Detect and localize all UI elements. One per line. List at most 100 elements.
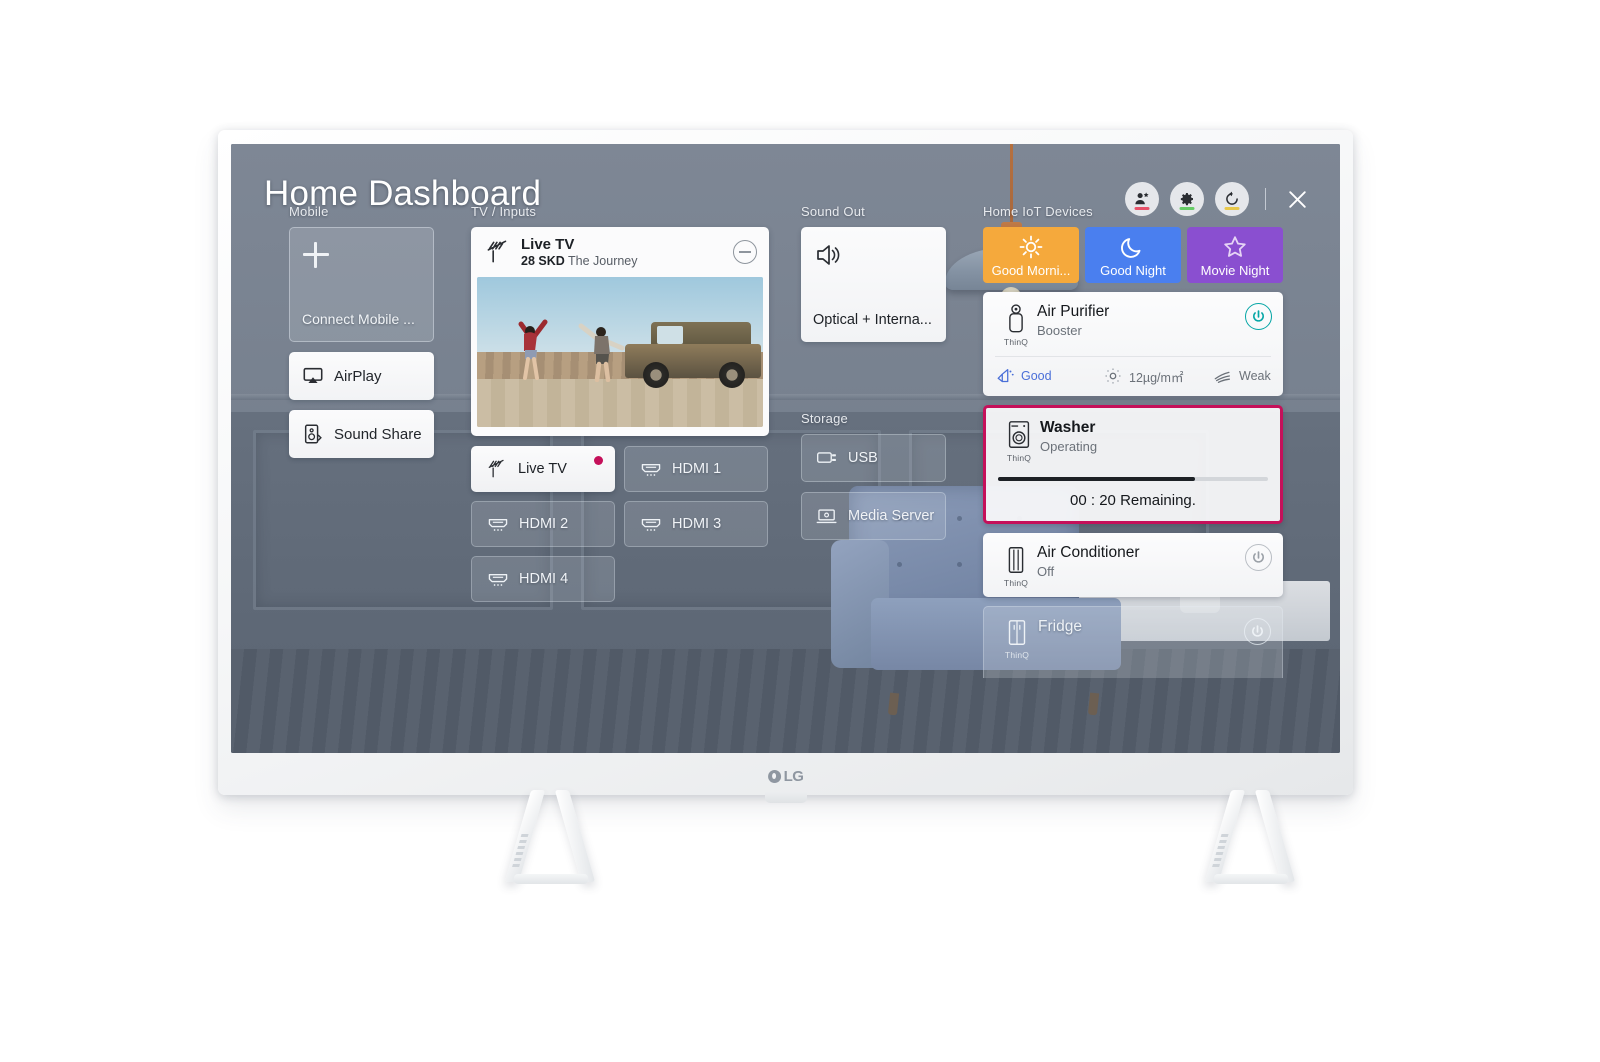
air-conditioner-power-button[interactable] bbox=[1245, 544, 1272, 571]
moon-icon bbox=[1121, 238, 1141, 258]
sun-icon bbox=[1019, 235, 1043, 259]
metric-label: Good bbox=[1021, 369, 1052, 383]
close-icon bbox=[1288, 190, 1306, 208]
input-button-hdmi-3[interactable]: HDMI 3 bbox=[624, 501, 768, 547]
preview-person-right bbox=[578, 323, 625, 382]
scene-tile-good-night[interactable]: Good Night bbox=[1085, 227, 1181, 283]
fridge-brand-block: ThinQ bbox=[996, 618, 1038, 660]
home-dashboard-overlay: Home Dashboard Mobile Connect Mobile ...… bbox=[231, 144, 1340, 753]
section-label-sound-out: Sound Out bbox=[801, 204, 865, 219]
media-server-label: Media Server bbox=[848, 508, 935, 524]
air-purifier-power-button[interactable] bbox=[1245, 303, 1272, 330]
live-tv-program: The Journey bbox=[568, 253, 638, 268]
live-tv-header: Live TV 28 SKD The Journey bbox=[471, 227, 769, 277]
sound-out-column: Optical + Interna... bbox=[801, 227, 946, 342]
iot-card-air-conditioner[interactable]: ThinQ Air Conditioner Off bbox=[983, 533, 1283, 597]
air-conditioner-brand-block: ThinQ bbox=[995, 544, 1037, 588]
power-icon bbox=[1253, 551, 1264, 563]
connect-mobile-label: Connect Mobile ... bbox=[302, 311, 415, 327]
power-icon bbox=[1253, 310, 1264, 322]
washer-brand-block: ThinQ bbox=[998, 419, 1040, 463]
input-button-hdmi-1[interactable]: HDMI 1 bbox=[624, 446, 768, 492]
live-tv-preview-image bbox=[477, 277, 763, 427]
connect-mobile-card[interactable]: Connect Mobile ... bbox=[289, 227, 434, 342]
close-button[interactable] bbox=[1282, 184, 1312, 214]
device-name: Fridge bbox=[1038, 618, 1082, 635]
live-tv-current-card[interactable]: Live TV 28 SKD The Journey bbox=[471, 227, 769, 436]
live-tv-remove-button[interactable] bbox=[733, 240, 757, 264]
hdmi-icon bbox=[488, 574, 508, 586]
metric-air-quality: Good bbox=[995, 366, 1103, 386]
input-label: HDMI 4 bbox=[519, 571, 569, 587]
sound-share-button[interactable]: Sound Share bbox=[289, 410, 434, 458]
washer-progress-bar bbox=[998, 477, 1268, 481]
air-purifier-icon bbox=[1009, 304, 1023, 333]
hdmi-icon bbox=[641, 464, 661, 476]
brand-label: ThinQ bbox=[1006, 453, 1032, 463]
storage-media-server-button[interactable]: Media Server bbox=[801, 492, 946, 540]
device-name: Air Purifier bbox=[1037, 303, 1110, 320]
user-star-icon bbox=[1135, 192, 1149, 205]
hdmi-icon bbox=[641, 519, 661, 531]
device-status: Booster bbox=[1037, 323, 1082, 339]
air-purifier-header: ThinQ Air Purifier Booster bbox=[983, 292, 1283, 356]
tv-inputs-column: Live TV 28 SKD The Journey Live TV HDMI … bbox=[471, 227, 769, 602]
lg-wordmark: LG bbox=[783, 768, 804, 785]
preview-person-left bbox=[518, 319, 548, 380]
refresh-button[interactable] bbox=[1215, 182, 1249, 216]
live-tv-subtitle: 28 SKD The Journey bbox=[521, 254, 638, 268]
washer-icon bbox=[1008, 421, 1030, 448]
storage-usb-button[interactable]: USB bbox=[801, 434, 946, 482]
account-button[interactable] bbox=[1125, 182, 1159, 216]
brand-label: ThinQ bbox=[1004, 650, 1030, 660]
input-button-live-tv[interactable]: Live TV bbox=[471, 446, 615, 492]
header-divider bbox=[1265, 188, 1266, 210]
power-icon bbox=[1252, 625, 1263, 637]
fridge-power-button[interactable] bbox=[1244, 618, 1271, 645]
air-conditioner-header: ThinQ Air Conditioner Off bbox=[983, 533, 1283, 597]
iot-card-air-purifier[interactable]: ThinQ Air Purifier Booster Good 12µg/m㎡ … bbox=[983, 292, 1283, 396]
scene-label: Good Night bbox=[1100, 263, 1166, 278]
sound-share-label: Sound Share bbox=[334, 425, 422, 443]
metric-dust: 12µg/m㎡ bbox=[1103, 366, 1213, 386]
scene-tile-good-morning[interactable]: Good Morni... bbox=[983, 227, 1079, 283]
air-conditioner-icon bbox=[1008, 547, 1024, 573]
sound-out-card[interactable]: Optical + Interna... bbox=[801, 227, 946, 342]
scene-tiles: Good Morni... Good Night Movie Night bbox=[983, 227, 1283, 283]
input-label: Live TV bbox=[518, 461, 567, 477]
gear-icon bbox=[1180, 193, 1193, 206]
brand-label: ThinQ bbox=[1003, 337, 1029, 347]
preview-vehicle bbox=[625, 322, 761, 388]
input-button-hdmi-2[interactable]: HDMI 2 bbox=[471, 501, 615, 547]
hdmi-icon bbox=[488, 519, 508, 531]
device-name: Washer bbox=[1040, 419, 1096, 436]
airplay-icon bbox=[303, 367, 323, 384]
input-button-hdmi-4[interactable]: HDMI 4 bbox=[471, 556, 615, 602]
fridge-icon bbox=[1008, 620, 1026, 645]
brand-label: ThinQ bbox=[1003, 578, 1029, 588]
washer-remaining-label: 00 : 20 Remaining. bbox=[1070, 492, 1196, 509]
tv-set: Home Dashboard Mobile Connect Mobile ...… bbox=[218, 130, 1353, 884]
section-label-storage: Storage bbox=[801, 411, 848, 426]
air-purifier-brand-block: ThinQ bbox=[995, 303, 1037, 347]
header-actions bbox=[1125, 182, 1312, 216]
section-label-tv-inputs: TV / Inputs bbox=[471, 204, 537, 219]
sound-out-value: Optical + Interna... bbox=[813, 312, 932, 328]
settings-button[interactable] bbox=[1170, 182, 1204, 216]
washer-progress-fill bbox=[998, 477, 1196, 481]
device-name: Air Conditioner bbox=[1037, 544, 1140, 561]
antenna-icon bbox=[487, 240, 507, 263]
airplay-button[interactable]: AirPlay bbox=[289, 352, 434, 400]
scene-label: Movie Night bbox=[1200, 263, 1270, 278]
iot-card-fridge[interactable]: ThinQ Fridge bbox=[983, 606, 1283, 678]
device-status: Off bbox=[1037, 564, 1055, 580]
metric-label: 12µg/m㎡ bbox=[1129, 370, 1184, 385]
metric-wind: Weak bbox=[1213, 366, 1271, 386]
tv-ir-receiver bbox=[764, 792, 807, 803]
scene-tile-movie-night[interactable]: Movie Night bbox=[1187, 227, 1283, 283]
washer-header: ThinQ Washer Operating bbox=[986, 408, 1280, 472]
input-label: HDMI 3 bbox=[672, 516, 722, 532]
device-status: Operating bbox=[1040, 439, 1098, 455]
usb-icon bbox=[817, 452, 836, 463]
iot-card-washer[interactable]: ThinQ Washer Operating 00 : 20 Remaining… bbox=[983, 405, 1283, 524]
